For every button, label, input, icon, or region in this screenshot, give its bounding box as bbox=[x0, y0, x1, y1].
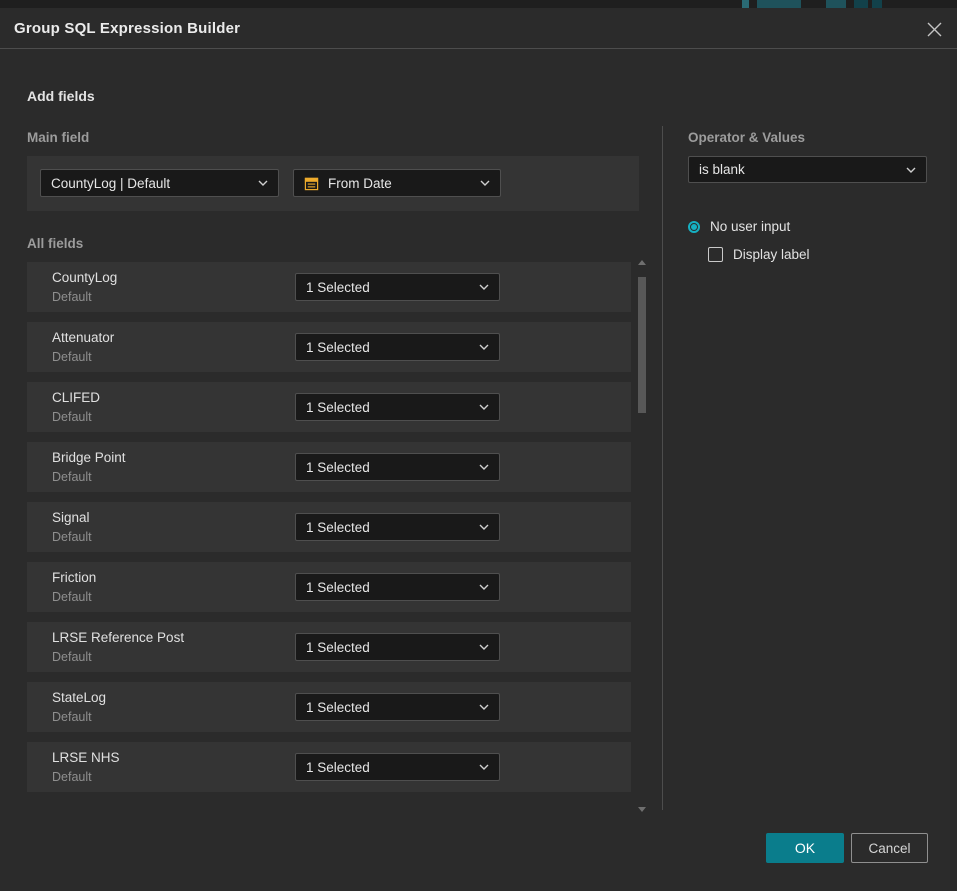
field-selected-dropdown[interactable]: 1 Selected bbox=[295, 513, 500, 541]
field-row-attenuator: Attenuator Default 1 Selected bbox=[27, 322, 631, 372]
field-name: Bridge Point bbox=[52, 450, 126, 465]
cancel-button[interactable]: Cancel bbox=[851, 833, 928, 863]
toolbar-fragment bbox=[757, 0, 801, 8]
group-sql-expression-builder-dialog: Group SQL Expression Builder Add fields … bbox=[0, 8, 957, 891]
add-fields-heading: Add fields bbox=[27, 88, 95, 104]
chevron-down-icon bbox=[906, 167, 916, 173]
field-name: LRSE NHS bbox=[52, 750, 120, 765]
selected-count: 1 Selected bbox=[306, 700, 471, 715]
field-row-signal: Signal Default 1 Selected bbox=[27, 502, 631, 552]
field-source: Default bbox=[52, 470, 92, 484]
main-field-select-value: From Date bbox=[328, 176, 472, 191]
chevron-down-icon bbox=[479, 584, 489, 590]
field-selected-dropdown[interactable]: 1 Selected bbox=[295, 273, 500, 301]
selected-count: 1 Selected bbox=[306, 580, 471, 595]
operator-value: is blank bbox=[699, 162, 898, 177]
dialog-titlebar: Group SQL Expression Builder bbox=[0, 8, 957, 49]
scrollbar-down-arrow-icon[interactable] bbox=[638, 807, 646, 812]
field-name: LRSE Reference Post bbox=[52, 630, 184, 645]
scrollbar-up-arrow-icon[interactable] bbox=[638, 260, 646, 265]
background-app-toolbar bbox=[0, 0, 957, 8]
field-selected-dropdown[interactable]: 1 Selected bbox=[295, 693, 500, 721]
selected-count: 1 Selected bbox=[306, 400, 471, 415]
field-name: CountyLog bbox=[52, 270, 117, 285]
field-source: Default bbox=[52, 770, 92, 784]
close-button[interactable] bbox=[925, 20, 943, 38]
chevron-down-icon bbox=[479, 704, 489, 710]
selected-count: 1 Selected bbox=[306, 520, 471, 535]
field-name: Signal bbox=[52, 510, 90, 525]
layer-select-value: CountyLog | Default bbox=[51, 176, 250, 191]
field-source: Default bbox=[52, 530, 92, 544]
panel-divider bbox=[662, 126, 663, 810]
toolbar-fragment bbox=[854, 0, 868, 8]
no-user-input-radio[interactable] bbox=[688, 221, 700, 233]
field-source: Default bbox=[52, 650, 92, 664]
chevron-down-icon bbox=[479, 644, 489, 650]
chevron-down-icon bbox=[480, 180, 490, 186]
field-name: Friction bbox=[52, 570, 96, 585]
toolbar-fragment bbox=[826, 0, 846, 8]
display-label-option[interactable]: Display label bbox=[708, 247, 810, 262]
chevron-down-icon bbox=[479, 284, 489, 290]
field-source: Default bbox=[52, 290, 92, 304]
field-selected-dropdown[interactable]: 1 Selected bbox=[295, 753, 500, 781]
operator-values-heading: Operator & Values bbox=[688, 130, 805, 145]
field-source: Default bbox=[52, 590, 92, 604]
selected-count: 1 Selected bbox=[306, 460, 471, 475]
calendar-icon bbox=[304, 176, 319, 191]
selected-count: 1 Selected bbox=[306, 640, 471, 655]
field-selected-dropdown[interactable]: 1 Selected bbox=[295, 393, 500, 421]
operator-select-dropdown[interactable]: is blank bbox=[688, 156, 927, 183]
chevron-down-icon bbox=[479, 524, 489, 530]
field-row-lrse-nhs: LRSE NHS Default 1 Selected bbox=[27, 742, 631, 792]
field-source: Default bbox=[52, 350, 92, 364]
radio-selected-dot bbox=[691, 224, 697, 230]
field-name: CLIFED bbox=[52, 390, 100, 405]
display-label-text: Display label bbox=[733, 247, 810, 262]
field-row-bridge-point: Bridge Point Default 1 Selected bbox=[27, 442, 631, 492]
ok-button[interactable]: OK bbox=[766, 833, 844, 863]
chevron-down-icon bbox=[479, 764, 489, 770]
field-selected-dropdown[interactable]: 1 Selected bbox=[295, 573, 500, 601]
no-user-input-option[interactable]: No user input bbox=[688, 219, 790, 234]
field-selected-dropdown[interactable]: 1 Selected bbox=[295, 633, 500, 661]
toolbar-fragment bbox=[872, 0, 882, 8]
field-row-lrse-reference-post: LRSE Reference Post Default 1 Selected bbox=[27, 622, 631, 672]
no-user-input-label: No user input bbox=[710, 219, 790, 234]
main-field-select-dropdown[interactable]: From Date bbox=[293, 169, 501, 197]
field-name: Attenuator bbox=[52, 330, 114, 345]
field-selected-dropdown[interactable]: 1 Selected bbox=[295, 453, 500, 481]
chevron-down-icon bbox=[479, 344, 489, 350]
main-field-panel: CountyLog | Default From Date bbox=[27, 156, 639, 211]
list-scrollbar[interactable] bbox=[637, 258, 647, 814]
all-fields-heading: All fields bbox=[27, 236, 83, 251]
field-row-friction: Friction Default 1 Selected bbox=[27, 562, 631, 612]
field-source: Default bbox=[52, 710, 92, 724]
layer-select-dropdown[interactable]: CountyLog | Default bbox=[40, 169, 279, 197]
field-source: Default bbox=[52, 410, 92, 424]
chevron-down-icon bbox=[479, 464, 489, 470]
field-name: StateLog bbox=[52, 690, 106, 705]
chevron-down-icon bbox=[479, 404, 489, 410]
dialog-title: Group SQL Expression Builder bbox=[14, 20, 240, 37]
field-row-clifed: CLIFED Default 1 Selected bbox=[27, 382, 631, 432]
main-field-heading: Main field bbox=[27, 130, 89, 145]
selected-count: 1 Selected bbox=[306, 340, 471, 355]
close-icon bbox=[927, 22, 942, 37]
toolbar-fragment bbox=[742, 0, 749, 8]
selected-count: 1 Selected bbox=[306, 280, 471, 295]
display-label-checkbox[interactable] bbox=[708, 247, 723, 262]
scrollbar-thumb[interactable] bbox=[638, 277, 646, 413]
field-row-countylog: CountyLog Default 1 Selected bbox=[27, 262, 631, 312]
screen: Group SQL Expression Builder Add fields … bbox=[0, 0, 957, 891]
chevron-down-icon bbox=[258, 180, 268, 186]
field-selected-dropdown[interactable]: 1 Selected bbox=[295, 333, 500, 361]
selected-count: 1 Selected bbox=[306, 760, 471, 775]
field-row-statelog: StateLog Default 1 Selected bbox=[27, 682, 631, 732]
